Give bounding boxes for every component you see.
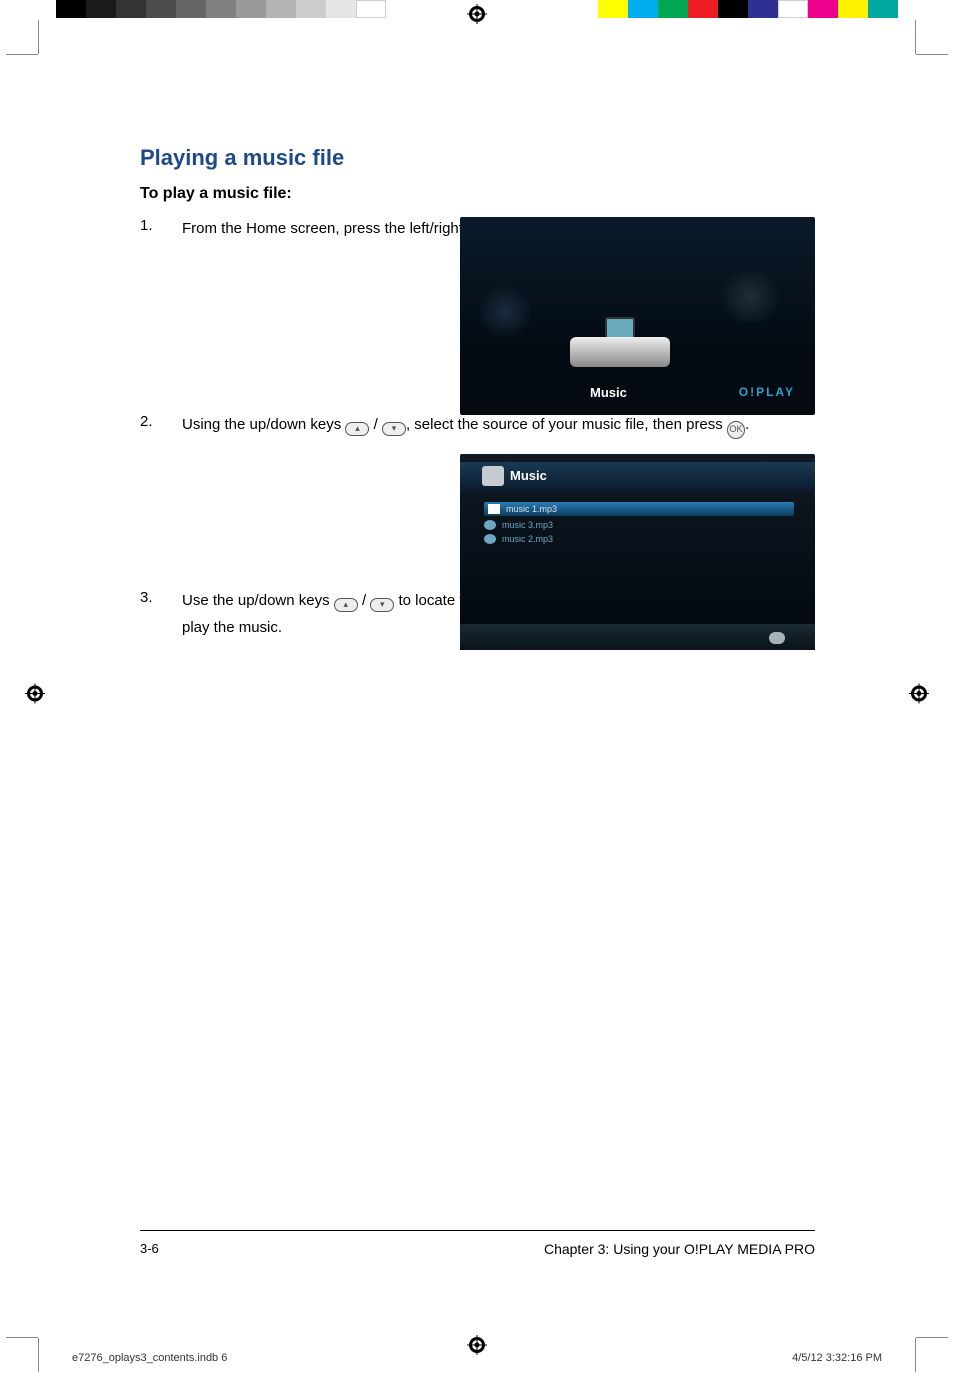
text: up/down keys bbox=[238, 592, 330, 609]
color-swatches bbox=[598, 0, 898, 18]
section-subheading: To play a music file: bbox=[140, 185, 815, 203]
steps-block: Music O!PLAY Music music 1.mp3 music 3.m… bbox=[140, 217, 815, 640]
screenshot-music-list: Music music 1.mp3 music 3.mp3 music 2.mp… bbox=[460, 454, 815, 650]
section-heading: Playing a music file bbox=[140, 145, 815, 171]
text: , select the source of your music file, … bbox=[406, 416, 727, 433]
up-key-icon: ▴ bbox=[345, 422, 369, 436]
list-item-label: music 3.mp3 bbox=[502, 520, 553, 530]
player-body bbox=[570, 337, 670, 367]
decorative-blur bbox=[480, 282, 530, 342]
player-screen bbox=[605, 317, 635, 339]
crop-mark bbox=[38, 20, 39, 54]
step-2: 2. Using the up/down keys ▴ / ▾, select … bbox=[140, 413, 815, 439]
decorative-blur bbox=[715, 272, 785, 322]
list-item-label: music 2.mp3 bbox=[502, 534, 553, 544]
crop-mark bbox=[916, 54, 948, 55]
text: play the music. bbox=[182, 619, 282, 636]
text: Using the bbox=[182, 416, 250, 433]
text: / bbox=[374, 416, 382, 433]
print-job-footer: e7276_oplays3_contents.indb 6 4/5/12 3:3… bbox=[72, 1352, 882, 1364]
page-number: 3-6 bbox=[140, 1241, 159, 1257]
crop-mark bbox=[916, 1337, 948, 1338]
ok-button-icon: OK bbox=[727, 421, 745, 439]
brand-logo-text: O!PLAY bbox=[739, 385, 795, 399]
crop-mark bbox=[6, 1337, 38, 1338]
chapter-title: Chapter 3: Using your O!PLAY MEDIA PRO bbox=[544, 1241, 815, 1257]
list-item: music 3.mp3 bbox=[484, 518, 553, 532]
text: Use the bbox=[182, 592, 238, 609]
registration-mark-icon bbox=[467, 4, 487, 29]
text: . bbox=[745, 416, 749, 433]
screenshot-music-label: Music bbox=[590, 385, 627, 400]
text: / bbox=[362, 592, 370, 609]
print-file-name: e7276_oplays3_contents.indb 6 bbox=[72, 1352, 227, 1364]
page: Playing a music file To play a music fil… bbox=[55, 55, 899, 1337]
folder-icon bbox=[482, 466, 504, 486]
music-note-icon bbox=[484, 520, 496, 530]
step-number: 3. bbox=[140, 589, 182, 640]
down-key-icon: ▾ bbox=[382, 422, 406, 436]
screenshot-header-text: Music bbox=[510, 468, 547, 483]
step-number: 2. bbox=[140, 413, 182, 439]
step-text: Using the up/down keys ▴ / ▾, select the… bbox=[182, 413, 815, 439]
print-marks-top bbox=[0, 0, 954, 22]
list-item-label: music 1.mp3 bbox=[506, 504, 557, 514]
print-timestamp: 4/5/12 3:32:16 PM bbox=[792, 1352, 882, 1364]
screenshot-footer-bar bbox=[460, 624, 815, 650]
grayscale-swatches bbox=[56, 0, 386, 18]
file-icon bbox=[488, 504, 500, 514]
registration-mark-icon bbox=[25, 684, 45, 709]
music-note-icon bbox=[484, 534, 496, 544]
screenshot-home-music: Music O!PLAY bbox=[460, 217, 815, 415]
crop-mark bbox=[38, 1338, 39, 1372]
down-key-icon: ▾ bbox=[370, 598, 394, 612]
list-item: music 2.mp3 bbox=[484, 532, 553, 546]
crop-mark bbox=[6, 54, 38, 55]
registration-mark-icon bbox=[909, 684, 929, 709]
crop-mark bbox=[915, 20, 916, 54]
back-button-icon bbox=[769, 632, 785, 644]
page-footer: 3-6 Chapter 3: Using your O!PLAY MEDIA P… bbox=[140, 1230, 815, 1257]
content-area: Playing a music file To play a music fil… bbox=[140, 145, 815, 660]
up-key-icon: ▴ bbox=[334, 598, 358, 612]
step-number: 1. bbox=[140, 217, 182, 243]
text: From the Home screen, press the left/rig… bbox=[182, 220, 502, 237]
media-player-illustration bbox=[570, 312, 670, 367]
text: up/down keys bbox=[250, 416, 342, 433]
list-item: music 1.mp3 bbox=[484, 502, 794, 516]
crop-mark bbox=[915, 1338, 916, 1372]
